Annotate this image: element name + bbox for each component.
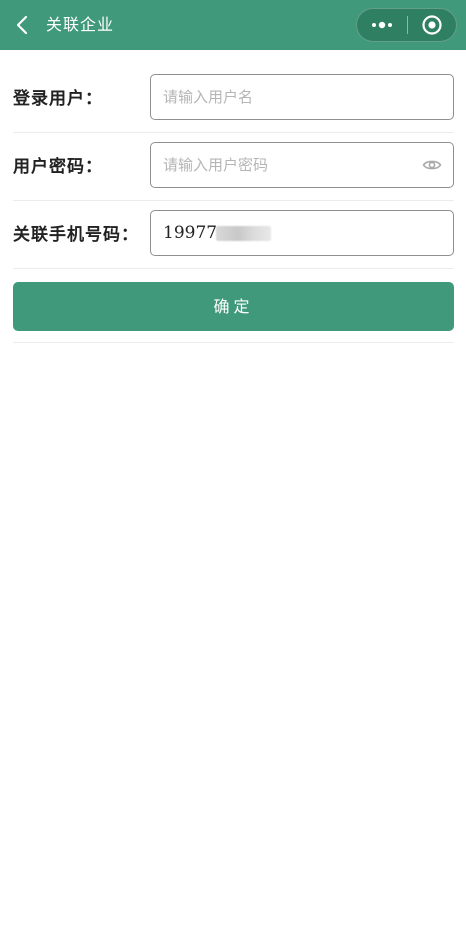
phone-redaction-mask	[216, 226, 271, 241]
more-button[interactable]	[357, 9, 407, 41]
password-visibility-toggle[interactable]	[421, 155, 443, 175]
phone-label: 关联手机号码：	[13, 225, 139, 245]
chevron-left-icon	[16, 15, 28, 35]
password-input[interactable]	[163, 143, 413, 187]
username-field[interactable]	[150, 74, 454, 120]
confirm-button[interactable]: 确定	[13, 282, 454, 331]
mini-program-capsule	[356, 8, 457, 42]
password-field[interactable]	[150, 142, 454, 188]
page-title: 关联企业	[46, 15, 115, 34]
close-button[interactable]	[408, 9, 456, 41]
target-circle-icon	[422, 15, 442, 35]
username-label: 登录用户：	[13, 89, 103, 109]
back-button[interactable]	[8, 9, 36, 41]
form-row-username: 登录用户：	[13, 65, 454, 133]
phone-value[interactable]: 19977	[163, 222, 217, 244]
navigation-bar: 关联企业	[0, 0, 466, 50]
form-row-password: 用户密码：	[13, 133, 454, 201]
page: 关联企业 登录用户： 用户密码：	[0, 0, 466, 942]
submit-section: 确定	[13, 270, 454, 343]
username-input[interactable]	[163, 75, 413, 119]
form-row-phone: 关联手机号码： 19977	[13, 201, 454, 269]
more-dots-icon	[372, 21, 392, 29]
eye-icon	[422, 160, 442, 170]
password-label: 用户密码：	[13, 157, 103, 177]
phone-field[interactable]: 19977	[150, 210, 454, 256]
